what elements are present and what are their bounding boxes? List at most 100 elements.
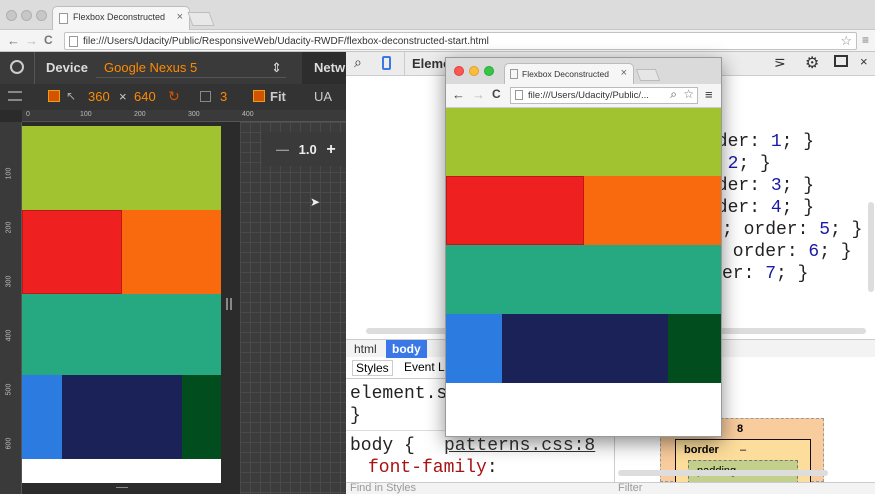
css-source-line-6: order: 6; } [722,242,852,262]
styles-tabbar: Styles Event L [346,357,446,379]
close-tab-icon[interactable]: × [177,11,183,23]
close-tab-icon[interactable]: × [621,67,627,79]
tab-event-listeners[interactable]: Event L [404,360,445,374]
styles-scrollbar[interactable] [618,470,828,476]
search-icon[interactable]: ⌕ [670,87,677,102]
flex-box-2 [446,176,584,245]
fit-checkbox[interactable] [253,90,265,102]
select-arrows-icon: ⇕ [271,60,282,75]
window-minimize-button[interactable] [21,10,32,21]
forward-icon[interactable]: → [25,33,38,48]
drag-handle-icon [8,91,22,101]
device-mode-icon[interactable] [382,56,391,70]
page-icon [510,69,518,79]
ruler-tick: 500 [5,383,13,396]
popup-toolbar: ← → C file:///Users/Udacity/Public/... ⌕… [446,84,721,108]
back-icon[interactable]: ← [7,33,20,48]
height-field[interactable]: 640 [134,89,156,104]
emulation-panel: Device Google Nexus 5 ⇕ Netw ↖ 360 × 640… [0,52,346,494]
zoom-in-button[interactable]: + [326,141,335,158]
resize-icon: ↖ [66,89,77,103]
tab-styles[interactable]: Styles [352,360,393,376]
rotate-icon[interactable]: ↻ [168,88,180,105]
scale-icon [200,91,211,102]
browser-tabstrip: Flexbox Deconstructed × [0,0,875,30]
body-rule-selector: body { [350,436,415,456]
popup-address-bar[interactable]: file:///Users/Udacity/Public/... ⌕ ☆ [510,87,698,104]
ruler-tick: 300 [188,111,200,118]
horizontal-ruler: 0 100 200 300 400 [22,110,346,122]
no-entry-icon[interactable] [10,60,24,74]
css-source-line-3: rder: 3; } [706,176,815,196]
address-bar[interactable]: file:///Users/Udacity/Public/ResponsiveW… [64,32,857,50]
popup-tab-title: Flexbox Deconstructed [522,69,609,79]
scale-field[interactable]: 3 [220,89,227,104]
close-icon[interactable]: × [860,54,868,69]
resolution-toolbar: ↖ 360 × 640 ↻ 3 Fit UA [0,84,346,110]
vertical-scrollbar[interactable] [868,202,874,292]
console-drawer-icon[interactable]: ⋝ [774,54,786,71]
dock-icon[interactable] [834,55,848,67]
emulated-screen [22,126,221,483]
browser-toolbar: ← → C file:///Users/Udacity/Public/Respo… [0,30,875,52]
window-zoom-button[interactable] [36,10,47,21]
breadcrumb-body[interactable]: body [386,340,427,358]
bookmark-star-icon[interactable]: ☆ [683,87,694,101]
width-field[interactable]: 360 [88,89,110,104]
css-source-line-1: rder: 1; } [706,132,815,152]
breadcrumb-html[interactable]: html [348,340,383,358]
ua-label: UA [314,89,333,104]
menu-icon[interactable]: ≡ [705,87,713,102]
bookmark-star-icon[interactable]: ☆ [840,33,852,49]
popup-zoom-button[interactable] [484,66,494,76]
css-source-link[interactable]: patterns.css:8 [444,436,595,456]
ruler-tick: 600 [5,437,13,450]
flex-box-4 [446,245,721,314]
zoom-control: — 1.0 + [262,132,346,166]
css-source-line-7: er: 7; } [722,264,809,284]
window-close-button[interactable] [6,10,17,21]
box-model-border: border – padding – [675,439,811,484]
reload-icon[interactable]: C [44,33,53,47]
page-icon [515,90,523,100]
ruler-tick: 200 [5,221,13,234]
resize-handle[interactable] [226,298,232,310]
flex-box-5 [446,314,502,383]
font-family-property: font-family: [368,458,498,478]
page-icon [59,13,68,24]
find-in-styles-input[interactable]: Find in Styles [350,482,416,494]
flex-box-3 [122,210,221,294]
popup-browser-window: Flexbox Deconstructed × ← → C file:///Us… [445,57,722,437]
flex-box-4 [22,294,221,375]
new-tab-button[interactable] [187,12,215,26]
flex-box-1 [22,126,221,210]
new-tab-button[interactable] [635,69,661,81]
ruler-tick: 400 [5,329,13,342]
zoom-value: 1.0 [298,142,317,157]
border-value: – [740,444,747,456]
reload-icon[interactable]: C [492,87,501,101]
fit-label: Fit [270,89,286,104]
popup-tab[interactable]: Flexbox Deconstructed × [504,63,634,84]
popup-minimize-button[interactable] [469,66,479,76]
zoom-out-button[interactable]: — [276,142,289,157]
device-select[interactable]: Google Nexus 5 ⇕ [96,60,286,78]
device-toolbar: Device Google Nexus 5 ⇕ Netw [0,52,346,84]
page-icon [69,36,78,47]
forward-icon[interactable]: → [472,87,485,102]
border-label: border [684,444,719,456]
resolution-checkbox[interactable] [48,90,60,102]
network-label: Netw [314,60,346,75]
ruler-tick: 100 [80,111,92,118]
search-icon[interactable]: ⌕ [354,54,362,71]
browser-tab[interactable]: Flexbox Deconstructed × [52,6,190,30]
popup-close-button[interactable] [454,66,464,76]
flex-box-3 [584,176,721,245]
gear-icon[interactable]: ⚙ [805,53,819,73]
ruler-tick: 100 [5,167,13,180]
menu-icon[interactable]: ≡ [862,33,869,47]
flex-box-6 [502,314,668,383]
back-icon[interactable]: ← [452,87,465,102]
find-bar: Find in Styles Filter [346,482,875,494]
filter-input[interactable]: Filter [618,482,642,494]
